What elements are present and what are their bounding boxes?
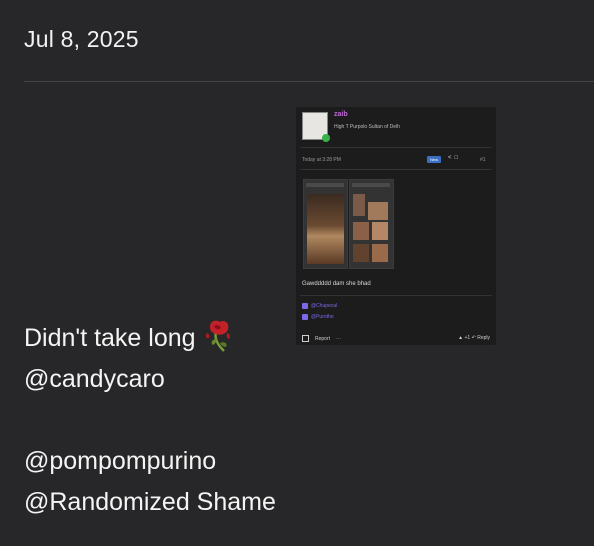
embed-report: Report <box>315 335 331 342</box>
embed-body-text: Gawddddd dam she bhad <box>302 281 371 287</box>
embed-footer-left: Report ⋯ <box>302 335 341 342</box>
embed-reactions: +1 <box>464 335 471 341</box>
new-badge: New <box>427 156 442 163</box>
user-icon <box>302 314 308 320</box>
embed-timestamp: Today at 3:28 PM <box>302 157 341 163</box>
post-date: Jul 8, 2025 <box>24 26 139 52</box>
caption-line: Didn't take long <box>24 318 276 359</box>
avatar <box>302 112 330 142</box>
embed-mention: @Chupecal <box>302 303 337 309</box>
attachment-thumbnail <box>349 179 394 269</box>
user-icon <box>302 303 308 309</box>
share-bookmark-icons: <​□ <box>448 155 462 161</box>
checkbox-icon <box>302 335 309 342</box>
more-icon: ⋯ <box>336 335 342 342</box>
reply-icon: ↶ <box>471 335 476 341</box>
embedded-screenshot[interactable]: zaib High T Purpolo Sultan of Delh Today… <box>296 107 496 345</box>
thumbs-up-icon: ▲ <box>458 335 464 341</box>
embed-footer-right: ▲ +1 ↶ Reply <box>458 335 490 341</box>
attachment-thumbnail <box>303 179 348 269</box>
divider <box>24 81 594 82</box>
wilted-rose-emoji <box>205 321 230 353</box>
embed-reply: Reply <box>477 335 490 341</box>
embed-username: zaib <box>334 111 348 118</box>
post-caption: Didn't take long @candycaro @pompompurin… <box>24 318 276 523</box>
embed-mention: @Purotho <box>302 314 334 320</box>
caption-line[interactable]: @candycaro <box>24 359 276 400</box>
embed-divider <box>300 169 492 170</box>
embed-divider <box>300 295 492 296</box>
embed-divider <box>300 147 492 148</box>
caption-line[interactable]: @pompompurino <box>24 441 276 482</box>
caption-line[interactable]: @Randomized Shame <box>24 482 276 523</box>
embed-post-number: #1 <box>480 157 486 163</box>
embed-user-title: High T Purpolo Sultan of Delh <box>334 124 400 130</box>
